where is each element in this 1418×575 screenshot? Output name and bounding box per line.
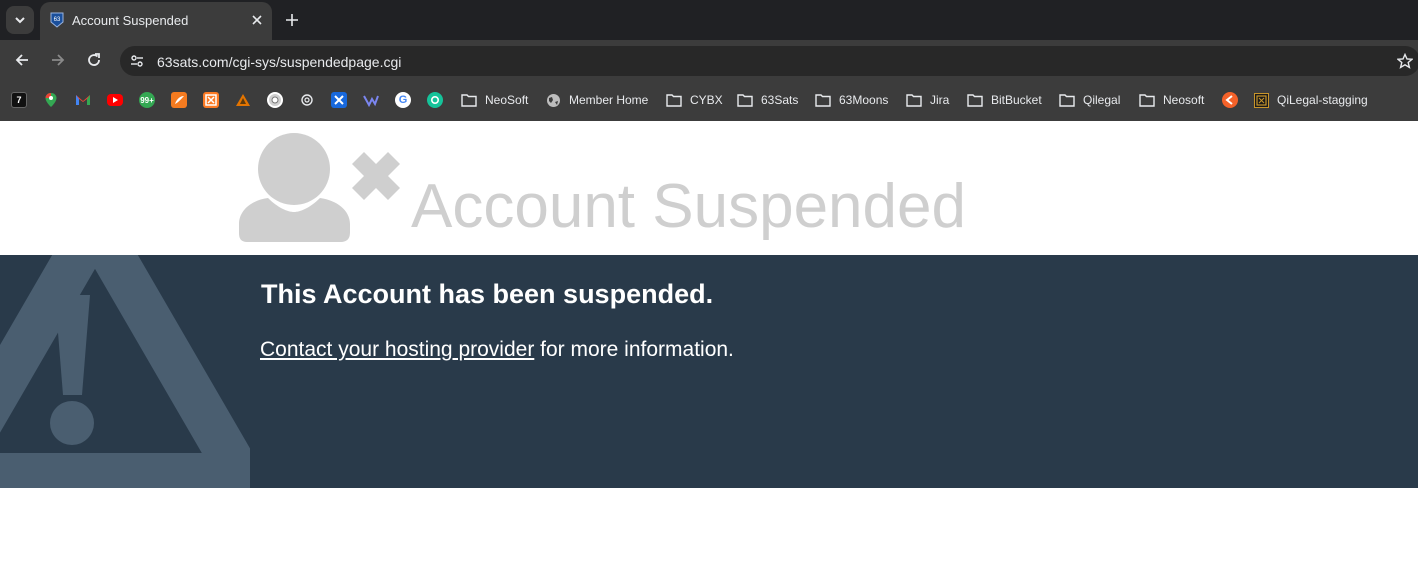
suspension-heading: This Account has been suspended.: [261, 279, 714, 309]
bookmark-label: Member Home: [569, 93, 649, 107]
google-icon[interactable]: G: [395, 92, 411, 108]
folder-icon: [967, 94, 983, 107]
user-suspended-icon: [239, 133, 400, 242]
zed-app-icon[interactable]: 7: [11, 92, 27, 108]
bookmark-63moons[interactable]: 63Moons: [815, 91, 888, 109]
bookmark-neosoft-2[interactable]: Neosoft: [1139, 91, 1204, 109]
bookmark-label: BitBucket: [991, 93, 1042, 107]
bookmark-neosoft[interactable]: NeoSoft: [461, 91, 528, 109]
close-icon: [252, 15, 262, 25]
bookmark-label: QiLegal-stagging: [1277, 93, 1368, 107]
bookmark-label: Jira: [930, 93, 950, 107]
star-icon: [1397, 53, 1413, 69]
svg-text:63: 63: [54, 17, 61, 23]
bookmark-qilegal[interactable]: Qilegal: [1059, 91, 1120, 109]
tab-strip: 63 Account Suspended: [0, 0, 1418, 40]
tab-search-button[interactable]: [6, 6, 34, 34]
bookmark-star-button[interactable]: [1396, 52, 1414, 70]
globe-icon: [547, 93, 560, 107]
folder-icon: [461, 94, 477, 107]
bookmark-qilegal-stagging[interactable]: QiLegal-stagging: [1254, 91, 1368, 109]
bookmark-label: Neosoft: [1163, 93, 1205, 107]
xampp-icon[interactable]: [203, 92, 219, 108]
gmail-icon[interactable]: [75, 92, 91, 108]
folder-icon: [666, 94, 682, 107]
folder-icon: [906, 94, 922, 107]
bookmark-label: NeoSoft: [485, 93, 529, 107]
sketch-orange-icon[interactable]: [171, 92, 187, 108]
bookmark-label: 63Sats: [761, 93, 799, 107]
bookmark-63sats[interactable]: 63Sats: [737, 91, 798, 109]
wise-icon[interactable]: [363, 92, 379, 108]
site-info-button[interactable]: [128, 52, 146, 70]
bookmark-bitbucket[interactable]: BitBucket: [967, 91, 1042, 109]
chevron-down-icon: [15, 17, 25, 24]
page-title: Account Suspended: [411, 172, 966, 241]
tune-icon: [131, 55, 143, 67]
google-maps-icon[interactable]: [43, 92, 59, 108]
bookmark-jira[interactable]: Jira: [906, 91, 949, 109]
grammarly-icon[interactable]: [427, 92, 443, 108]
bookmark-label: Qilegal: [1083, 93, 1121, 107]
counter-99-icon[interactable]: 99+: [139, 92, 155, 108]
tab-title: Account Suspended: [72, 13, 189, 28]
new-tab-button[interactable]: [282, 10, 302, 30]
contact-suffix: for more information.: [534, 338, 734, 361]
folder-icon: [737, 94, 753, 107]
folder-icon: [1059, 94, 1075, 107]
youtube-icon[interactable]: [107, 94, 123, 106]
bookmark-cybx[interactable]: CYBX: [666, 91, 723, 109]
forward-button[interactable]: [48, 50, 68, 70]
folder-icon: [815, 94, 831, 107]
arrow-right-icon: [52, 54, 65, 66]
bookmark-member-home[interactable]: Member Home: [546, 91, 648, 109]
tab-close-button[interactable]: [248, 11, 266, 29]
warning-triangle-icon: [0, 255, 250, 488]
bookmark-label: 63Moons: [839, 93, 889, 107]
page-content: Account Suspended This Account has been …: [0, 121, 1418, 575]
browser-toolbar: 63sats.com/cgi-sys/suspendedpage.cgi: [0, 40, 1418, 80]
orange-app-icon[interactable]: [1222, 92, 1238, 108]
back-button[interactable]: [12, 50, 32, 70]
active-tab[interactable]: 63 Account Suspended: [40, 2, 272, 40]
contact-provider-link[interactable]: Contact your hosting provider: [260, 338, 534, 361]
contact-message: Contact your hosting provider for more i…: [260, 338, 734, 362]
reload-button[interactable]: [84, 50, 104, 70]
reload-icon: [88, 53, 100, 66]
workbench-icon[interactable]: [235, 92, 251, 108]
bookmark-label: CYBX: [690, 93, 723, 107]
arrow-left-icon: [15, 54, 28, 66]
folder-icon: [1139, 94, 1155, 107]
bookmarks-bar: 7 99+ G NeoSoft Member Home CYBX 63Sats …: [0, 80, 1418, 121]
address-bar[interactable]: 63sats.com/cgi-sys/suspendedpage.cgi: [120, 46, 1418, 76]
suspension-notice: This Account has been suspended. Contact…: [0, 255, 1418, 488]
url-text[interactable]: 63sats.com/cgi-sys/suspendedpage.cgi: [157, 54, 401, 70]
openai-icon[interactable]: [299, 92, 315, 108]
jira-blue-icon[interactable]: [331, 92, 347, 108]
plus-icon: [286, 14, 298, 26]
chrome-circle-icon[interactable]: [267, 92, 283, 108]
shield-63-icon: 63: [50, 12, 64, 28]
qilegal-icon: [1254, 92, 1269, 108]
